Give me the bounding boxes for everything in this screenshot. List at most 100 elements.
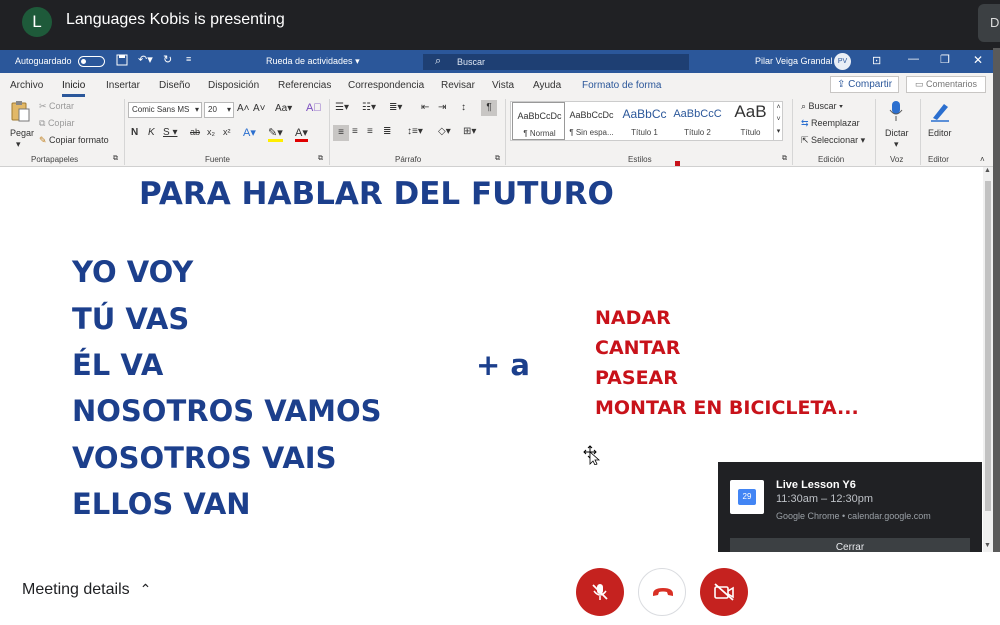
- participant-initial: D: [990, 15, 1000, 30]
- multilevel-list-icon[interactable]: ≣▾: [389, 102, 402, 113]
- italic-icon[interactable]: K: [148, 127, 155, 138]
- title-bar: Autoguardado ↶▾ ↻ ≡ Rueda de actividades…: [0, 50, 993, 73]
- user-name[interactable]: Pilar Veiga Grandal: [755, 56, 833, 66]
- justify-icon[interactable]: ≣: [383, 126, 391, 137]
- share-button[interactable]: ⇪ Compartir: [830, 76, 899, 93]
- show-marks-icon[interactable]: ¶: [481, 100, 497, 116]
- copy-button[interactable]: ⧉ Copiar: [39, 118, 74, 129]
- meeting-details-button[interactable]: Meeting details ⌃: [22, 581, 151, 599]
- tab-referencias[interactable]: Referencias: [278, 80, 331, 91]
- ribbon-options-icon[interactable]: ⊡: [872, 54, 881, 67]
- underline-icon[interactable]: S ▾: [163, 127, 177, 138]
- comments-button[interactable]: ▭ Comentarios: [906, 76, 986, 93]
- bullets-icon[interactable]: ☰▾: [335, 102, 349, 113]
- autosave-toggle[interactable]: [78, 56, 105, 67]
- brush-icon: ✎: [39, 135, 50, 145]
- font-launcher-icon[interactable]: ⧉: [318, 155, 323, 163]
- sort-icon[interactable]: ↕: [461, 102, 466, 113]
- search-input[interactable]: ⌕ Buscar: [423, 54, 689, 70]
- participant-tile[interactable]: D: [978, 4, 1000, 42]
- tab-inicio[interactable]: Inicio: [62, 80, 86, 97]
- style-heading-2[interactable]: AaBbCcC Título 2: [671, 102, 724, 140]
- line-spacing-icon[interactable]: ↕≡▾: [407, 126, 423, 137]
- microphone-icon[interactable]: [889, 100, 903, 124]
- shrink-font-icon[interactable]: A˅: [253, 103, 266, 114]
- text-effects-icon[interactable]: A▾: [243, 126, 256, 139]
- collapse-ribbon-icon[interactable]: ˄: [980, 155, 985, 164]
- tab-insertar[interactable]: Insertar: [106, 80, 140, 91]
- tab-disposicion[interactable]: Disposición: [208, 80, 259, 91]
- clear-format-icon[interactable]: A⃫: [306, 102, 322, 114]
- clipboard-launcher-icon[interactable]: ⧉: [113, 155, 118, 163]
- paste-dropdown-icon[interactable]: ▾: [16, 139, 21, 150]
- document-title[interactable]: Rueda de actividades ▾: [266, 56, 360, 67]
- undo-icon[interactable]: ↶▾: [138, 53, 153, 66]
- style-no-spacing[interactable]: AaBbCcDc ¶ Sin espa...: [565, 102, 618, 140]
- increase-indent-icon[interactable]: ⇥: [438, 102, 446, 113]
- numbering-icon[interactable]: ☷▾: [362, 102, 376, 113]
- editor-pen-icon[interactable]: [929, 100, 951, 124]
- superscript-icon[interactable]: x²: [223, 127, 231, 137]
- format-painter-button[interactable]: ✎ Copiar formato: [39, 135, 109, 146]
- customize-toolbar-icon[interactable]: ≡: [186, 54, 191, 64]
- pointer-icon: ⇱: [801, 135, 812, 145]
- chevron-down-icon: ▾: [226, 105, 231, 114]
- vertical-scrollbar[interactable]: ▲ ▼: [983, 167, 993, 552]
- scroll-thumb[interactable]: [985, 181, 991, 511]
- minimize-icon[interactable]: —: [908, 53, 919, 65]
- align-left-icon[interactable]: ≡: [333, 125, 349, 141]
- redo-icon[interactable]: ↻: [163, 53, 172, 66]
- tab-correspondencia[interactable]: Correspondencia: [348, 80, 424, 91]
- dictate-dropdown-icon[interactable]: ▾: [894, 139, 899, 150]
- align-right-icon[interactable]: ≡: [367, 126, 373, 137]
- paragraph-launcher-icon[interactable]: ⧉: [495, 155, 500, 163]
- font-name-select[interactable]: Comic Sans MS ▾: [128, 102, 202, 118]
- font-size-select[interactable]: 20 ▾: [204, 102, 234, 118]
- user-avatar[interactable]: PV: [834, 53, 851, 70]
- close-icon[interactable]: ✕: [973, 53, 983, 67]
- styles-launcher-icon[interactable]: ⧉: [782, 155, 787, 163]
- tab-diseno[interactable]: Diseño: [159, 80, 190, 91]
- microphone-off-button[interactable]: [576, 568, 624, 616]
- calendar-notification[interactable]: 29 Live Lesson Y6 11:30am – 12:30pm Goog…: [718, 462, 982, 558]
- decrease-indent-icon[interactable]: ⇤: [421, 102, 429, 113]
- replace-button[interactable]: ⇆ Reemplazar: [801, 118, 860, 129]
- style-heading-1[interactable]: AaBbCc Título 1: [618, 102, 671, 140]
- tab-ayuda[interactable]: Ayuda: [533, 80, 561, 91]
- bold-icon[interactable]: N: [131, 127, 138, 138]
- leave-call-button[interactable]: [638, 568, 686, 616]
- tab-revisar[interactable]: Revisar: [441, 80, 475, 91]
- tab-archivo[interactable]: Archivo: [10, 80, 43, 91]
- styles-scroll[interactable]: ˄ ˅ ▾: [773, 102, 783, 140]
- editor-button[interactable]: Editor: [928, 128, 952, 138]
- subscript-icon[interactable]: x₂: [207, 127, 215, 137]
- scroll-up-icon[interactable]: ▲: [984, 167, 991, 174]
- save-icon[interactable]: [116, 54, 128, 68]
- style-normal[interactable]: AaBbCcDc ¶ Normal: [512, 102, 565, 140]
- style-title[interactable]: AaB Título: [724, 102, 777, 140]
- align-center-icon[interactable]: ≡: [352, 126, 358, 137]
- paste-button[interactable]: Pegar: [10, 128, 34, 138]
- font-color-icon[interactable]: A▾: [295, 126, 308, 142]
- borders-icon[interactable]: ⊞▾: [463, 126, 476, 137]
- shading-icon[interactable]: ◇▾: [438, 126, 451, 137]
- clipboard-group-label: Portapapeles: [31, 155, 79, 164]
- paste-icon[interactable]: [11, 100, 31, 122]
- highlight-icon[interactable]: ✎▾: [268, 126, 283, 142]
- restore-icon[interactable]: ❐: [940, 53, 950, 66]
- notification-title: Live Lesson Y6: [776, 479, 856, 491]
- hang-up-icon: [653, 588, 673, 596]
- camera-off-button[interactable]: [700, 568, 748, 616]
- change-case-icon[interactable]: Aa▾: [275, 103, 292, 114]
- find-button[interactable]: ⌕ Buscar ▾: [801, 101, 843, 112]
- tab-formato-de-forma[interactable]: Formato de forma: [582, 80, 661, 91]
- dictate-button[interactable]: Dictar: [885, 128, 909, 138]
- select-button[interactable]: ⇱ Seleccionar ▾: [801, 135, 865, 146]
- strikethrough-icon[interactable]: ab: [190, 127, 200, 137]
- grow-font-icon[interactable]: A˄: [237, 103, 250, 114]
- cut-button[interactable]: ✂ Cortar: [39, 101, 74, 112]
- tab-vista[interactable]: Vista: [492, 80, 514, 91]
- replace-icon: ⇆: [801, 118, 812, 128]
- scroll-down-icon[interactable]: ▼: [984, 542, 991, 549]
- divider: [920, 99, 921, 165]
